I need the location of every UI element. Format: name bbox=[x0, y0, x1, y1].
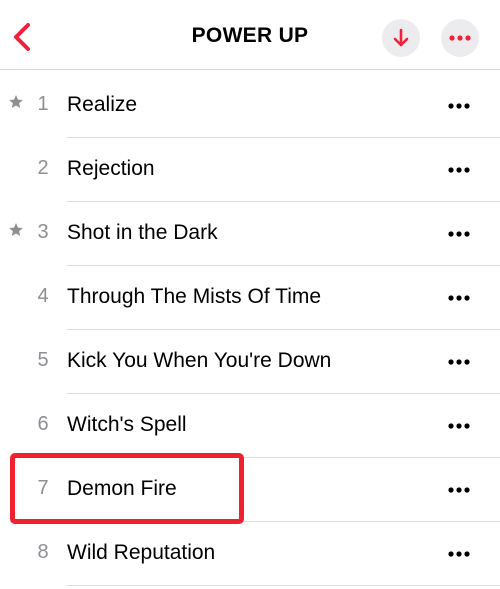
track-more-button[interactable] bbox=[440, 480, 478, 500]
track-row[interactable]: 6 Witch's Spell bbox=[0, 394, 500, 458]
track-title: Shot in the Dark bbox=[67, 221, 218, 244]
album-screen: POWER UP 1 Realize 2 Rejection 3 Shot in the … bbox=[0, 0, 500, 589]
track-more-button[interactable] bbox=[440, 224, 478, 244]
track-number: 6 bbox=[37, 413, 49, 435]
track-row[interactable]: 2 Rejection bbox=[0, 138, 500, 202]
track-number: 5 bbox=[37, 349, 49, 371]
track-row[interactable]: 8 Wild Reputation bbox=[0, 522, 500, 586]
track-more-button[interactable] bbox=[440, 352, 478, 372]
track-title: Wild Reputation bbox=[67, 541, 216, 564]
track-title: Realize bbox=[67, 93, 138, 116]
track-number: 4 bbox=[37, 285, 49, 307]
ellipsis-icon bbox=[448, 103, 470, 109]
track-row[interactable]: 4 Through The Mists Of Time bbox=[0, 266, 500, 330]
nav-bar: POWER UP bbox=[0, 0, 500, 70]
row-divider bbox=[67, 585, 500, 586]
ellipsis-icon bbox=[448, 295, 470, 301]
track-more-button[interactable] bbox=[440, 160, 478, 180]
track-row[interactable]: 1 Realize bbox=[0, 74, 500, 138]
star-icon bbox=[8, 222, 24, 238]
ellipsis-icon bbox=[449, 35, 471, 41]
track-row[interactable]: 3 Shot in the Dark bbox=[0, 202, 500, 266]
arrow-down-icon bbox=[393, 28, 409, 47]
page-title: POWER UP bbox=[191, 24, 309, 47]
track-number: 1 bbox=[37, 93, 49, 115]
ellipsis-icon bbox=[448, 167, 470, 173]
star-icon bbox=[8, 94, 24, 110]
track-number: 3 bbox=[37, 221, 49, 243]
track-title: Through The Mists Of Time bbox=[67, 285, 322, 308]
highlight-box bbox=[10, 453, 244, 524]
track-title: Rejection bbox=[67, 157, 155, 180]
track-more-button[interactable] bbox=[440, 544, 478, 564]
track-title: Kick You When You're Down bbox=[67, 349, 332, 372]
more-options-button[interactable] bbox=[441, 19, 479, 57]
ellipsis-icon bbox=[448, 359, 470, 365]
track-more-button[interactable] bbox=[440, 416, 478, 436]
ellipsis-icon bbox=[448, 551, 470, 557]
track-more-button[interactable] bbox=[440, 288, 478, 308]
track-row[interactable]: 5 Kick You When You're Down bbox=[0, 330, 500, 394]
ellipsis-icon bbox=[448, 231, 470, 237]
track-title: Witch's Spell bbox=[67, 413, 187, 436]
track-number: 8 bbox=[37, 541, 49, 563]
download-button[interactable] bbox=[382, 19, 420, 57]
ellipsis-icon bbox=[448, 423, 470, 429]
ellipsis-icon bbox=[448, 487, 470, 493]
track-more-button[interactable] bbox=[440, 96, 478, 116]
track-number: 2 bbox=[37, 157, 49, 179]
